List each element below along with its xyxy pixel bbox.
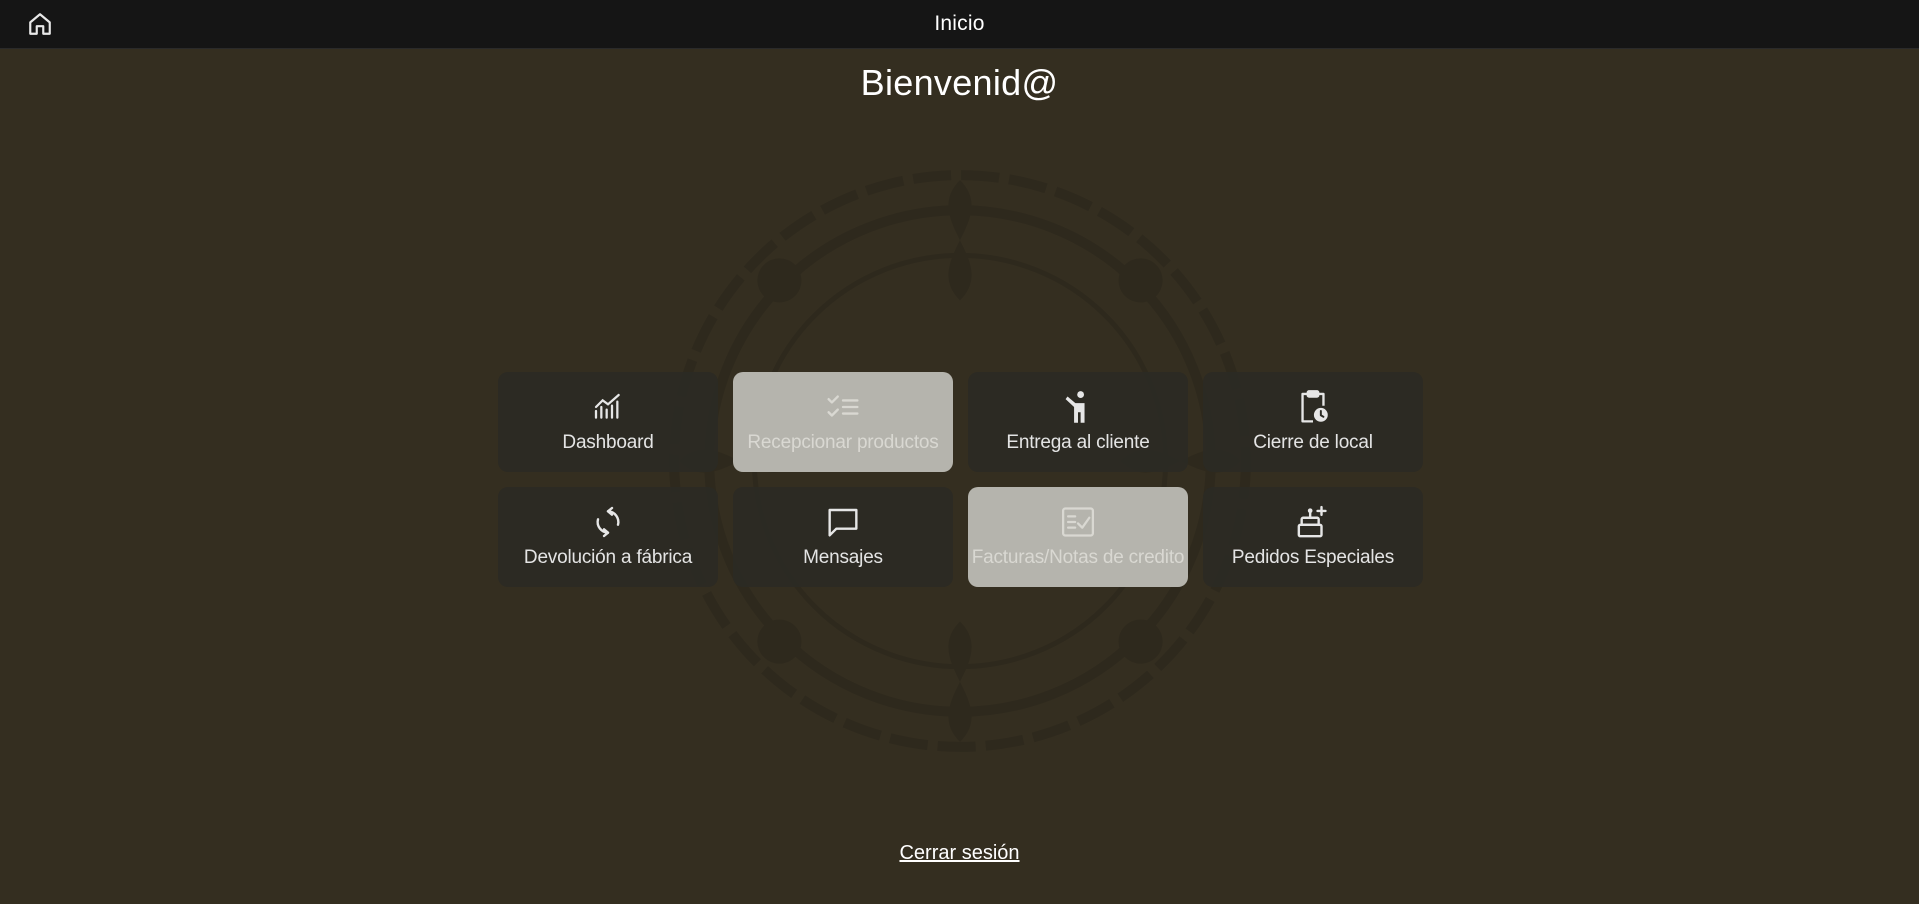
- clipboard-clock-icon: [1296, 390, 1330, 424]
- tile-recepcionar-productos[interactable]: Recepcionar productos: [733, 372, 953, 472]
- tile-label: Mensajes: [803, 547, 883, 568]
- home-button[interactable]: [26, 10, 54, 38]
- checklist-icon: [826, 390, 860, 424]
- tile-facturas-notas-de-credito[interactable]: Facturas/Notas de credito: [968, 487, 1188, 587]
- refresh-icon: [591, 505, 625, 539]
- tile-mensajes[interactable]: Mensajes: [733, 487, 953, 587]
- tile-label: Facturas/Notas de credito: [971, 547, 1185, 568]
- page-title: Inicio: [934, 12, 985, 35]
- menu-grid: Dashboard Recepcionar productos Entrega …: [498, 372, 1424, 587]
- person-icon: [1061, 390, 1095, 424]
- tile-label: Entrega al cliente: [1006, 432, 1150, 453]
- tile-dashboard[interactable]: Dashboard: [498, 372, 718, 472]
- tile-cierre-de-local[interactable]: Cierre de local: [1203, 372, 1423, 472]
- tile-devolucion-a-fabrica[interactable]: Devolución a fábrica: [498, 487, 718, 587]
- home-icon: [29, 13, 51, 35]
- tile-label: Pedidos Especiales: [1231, 547, 1395, 568]
- top-bar: Inicio: [0, 0, 1919, 49]
- logout-link[interactable]: Cerrar sesión: [899, 842, 1019, 864]
- message-icon: [826, 505, 860, 539]
- chart-icon: [591, 390, 625, 424]
- tile-label: Recepcionar productos: [747, 432, 939, 453]
- tile-label: Cierre de local: [1253, 432, 1373, 453]
- tile-pedidos-especiales[interactable]: Pedidos Especiales: [1203, 487, 1423, 587]
- invoice-check-icon: [1061, 505, 1095, 539]
- welcome-heading: Bienvenid@: [860, 62, 1059, 103]
- tile-entrega-al-cliente[interactable]: Entrega al cliente: [968, 372, 1188, 472]
- cake-plus-icon: [1296, 505, 1330, 539]
- logout-container: Cerrar sesión: [0, 842, 1919, 865]
- tile-label: Dashboard: [562, 432, 654, 453]
- tile-label: Devolución a fábrica: [523, 547, 693, 568]
